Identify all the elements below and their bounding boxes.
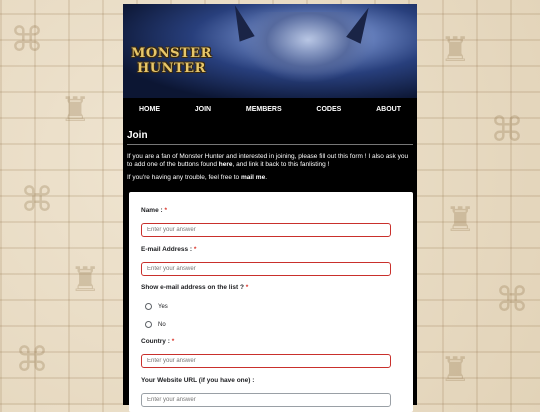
nav-join[interactable]: JOIN	[185, 106, 221, 113]
name-input[interactable]	[141, 223, 391, 237]
pattern-glyph: ♜	[445, 200, 476, 240]
email-label-text: E-mail Address :	[141, 246, 194, 253]
show-email-label-text: Show e-mail address on the list ?	[141, 284, 246, 291]
name-label: Name : *	[141, 207, 167, 214]
email-input[interactable]	[141, 262, 391, 276]
pattern-glyph: ♜	[440, 30, 471, 70]
radio-circle[interactable]	[145, 303, 152, 310]
radio-no-label: No	[158, 321, 166, 328]
header-banner: MONSTER HUNTER	[123, 4, 417, 98]
pattern-glyph: ♜	[440, 350, 471, 390]
pattern-glyph: ♜	[70, 260, 101, 300]
pattern-glyph: ⌘	[20, 180, 54, 220]
nav-members[interactable]: MEMBERS	[236, 106, 292, 113]
required-mark: *	[193, 246, 197, 253]
page-container: MONSTER HUNTER HOME JOIN MEMBERS CODES A…	[123, 4, 417, 412]
nav-about[interactable]: ABOUT	[366, 106, 411, 113]
logo-line-2: HUNTER	[137, 61, 206, 76]
radio-yes[interactable]: Yes	[145, 303, 168, 310]
radio-circle[interactable]	[145, 321, 152, 328]
buttons-link[interactable]: here	[219, 161, 233, 168]
country-label: Country : *	[141, 338, 174, 345]
mail-me-link[interactable]: mail me	[241, 174, 265, 181]
name-label-text: Name :	[141, 207, 165, 214]
site-logo[interactable]: MONSTER HUNTER	[131, 46, 213, 92]
required-mark: *	[245, 284, 249, 291]
pattern-glyph: ⌘	[490, 110, 524, 150]
radio-no[interactable]: No	[145, 321, 166, 328]
required-mark: *	[171, 338, 175, 345]
join-form: Name : * E-mail Address : * Show e-mail …	[129, 192, 413, 412]
intro-text: If you are a fan of Monster Hunter and i…	[127, 153, 413, 169]
contact-text-start: If you're having any trouble, feel free …	[127, 174, 241, 181]
pattern-glyph: ⌘	[495, 280, 529, 320]
logo-line-1: MONSTER	[131, 46, 212, 61]
country-label-text: Country :	[141, 338, 172, 345]
pattern-glyph: ♜	[60, 90, 91, 130]
page-title: Join	[127, 130, 413, 145]
show-email-label: Show e-mail address on the list ? *	[141, 284, 248, 291]
nav-home[interactable]: HOME	[129, 106, 170, 113]
intro-text-end: , and link it back to this fanlisting !	[232, 161, 330, 168]
main-nav: HOME JOIN MEMBERS CODES ABOUT	[123, 98, 417, 120]
contact-text: If you're having any trouble, feel free …	[127, 174, 413, 182]
main-content: Join If you are a fan of Monster Hunter …	[123, 120, 417, 182]
required-mark: *	[164, 207, 168, 214]
contact-text-end: .	[265, 174, 268, 181]
country-input[interactable]	[141, 354, 391, 368]
email-label: E-mail Address : *	[141, 246, 196, 253]
nav-codes[interactable]: CODES	[306, 106, 351, 113]
website-label: Your Website URL (if you have one) :	[141, 377, 255, 384]
radio-yes-label: Yes	[158, 303, 168, 310]
pattern-glyph: ⌘	[15, 340, 49, 380]
pattern-glyph: ⌘	[10, 20, 44, 60]
